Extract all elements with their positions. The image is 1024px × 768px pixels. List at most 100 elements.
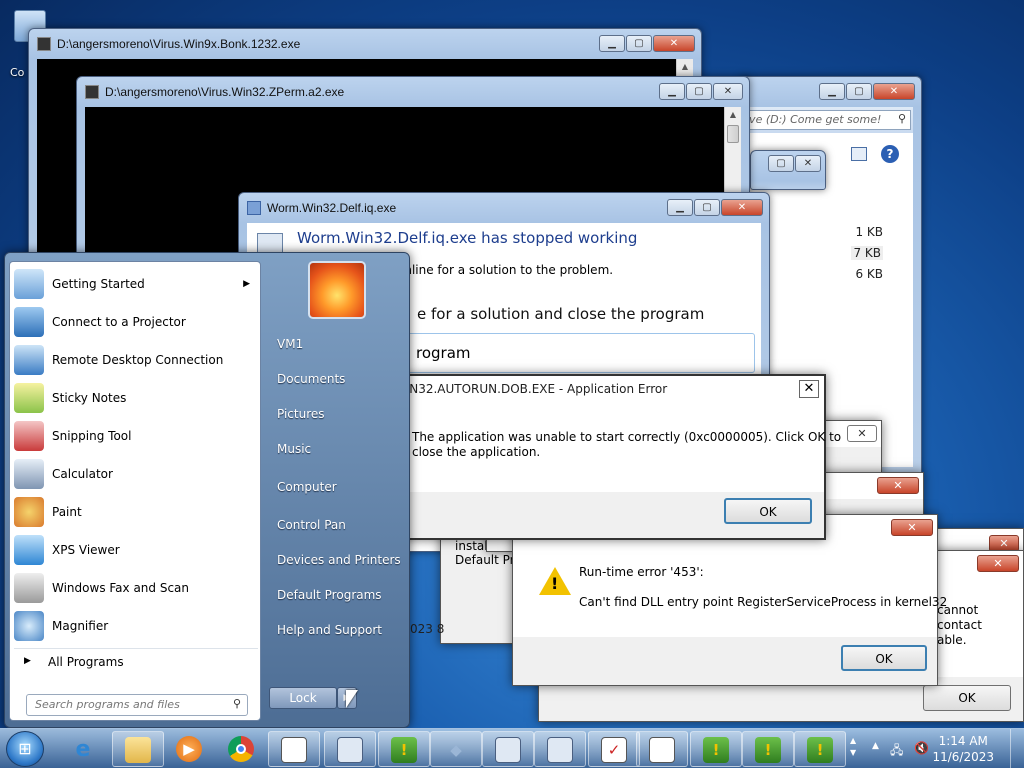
lock-button[interactable]: Lock: [269, 687, 337, 709]
window-small-back[interactable]: ▢ ✕: [750, 150, 826, 190]
maximize-button[interactable]: ▢: [694, 199, 720, 216]
minimize-button[interactable]: ▁: [667, 199, 693, 216]
maximize-button[interactable]: ▢: [768, 155, 794, 172]
user-avatar[interactable]: [308, 261, 366, 319]
close-button[interactable]: ✕: [877, 477, 919, 494]
start-search-input[interactable]: Search programs and files ⚲: [26, 694, 248, 716]
close-button[interactable]: ✕: [891, 519, 933, 536]
network-icon[interactable]: 🖧: [890, 741, 903, 762]
scroll-up-arrow-icon[interactable]: ▲: [725, 107, 741, 123]
minimize-button[interactable]: ▁: [599, 35, 625, 52]
show-hidden-icons[interactable]: ▲: [872, 741, 879, 751]
check-online-option[interactable]: e for a solution and close the program: [417, 305, 704, 323]
start-item-xps-viewer[interactable]: XPS Viewer: [14, 532, 258, 568]
preview-pane-icon[interactable]: [851, 147, 867, 161]
start-right-control-panel[interactable]: Control Pan: [277, 518, 346, 532]
scroll-thumb[interactable]: [727, 125, 739, 143]
taskbar-app-4[interactable]: ◆: [430, 731, 482, 767]
minimize-button[interactable]: ▁: [819, 83, 845, 100]
start-menu[interactable]: Getting Started ▶ Connect to a Projector…: [4, 252, 410, 728]
calculator-icon: [14, 459, 44, 489]
start-right-user[interactable]: VM1: [277, 337, 303, 351]
crash-text: online for a solution to the problem.: [397, 263, 614, 277]
all-programs[interactable]: ▶ All Programs: [14, 648, 258, 672]
taskbar-app-5[interactable]: [482, 731, 534, 767]
maximize-button[interactable]: ▢: [846, 83, 872, 100]
maximize-button[interactable]: ▢: [626, 35, 652, 52]
taskbar-chrome[interactable]: [216, 731, 268, 767]
console-icon: [37, 37, 51, 51]
warning-shield-icon: !: [755, 737, 781, 763]
start-item-projector[interactable]: Connect to a Projector: [14, 304, 258, 340]
start-right-devices-printers[interactable]: Devices and Printers: [277, 553, 401, 567]
start-item-paint[interactable]: Paint: [14, 494, 258, 530]
close-button[interactable]: ✕: [795, 155, 821, 172]
taskbar-app-11[interactable]: !: [794, 731, 846, 767]
start-menu-programs: Getting Started ▶ Connect to a Projector…: [9, 261, 261, 721]
start-item-magnifier[interactable]: Magnifier: [14, 608, 258, 644]
show-desktop-button[interactable]: [1010, 729, 1024, 768]
scroll-up-arrow-icon[interactable]: ▲: [677, 59, 693, 75]
taskbar-media-player[interactable]: ▶: [164, 731, 216, 767]
search-input[interactable]: ive (D:) Come get some! ⚲: [741, 110, 911, 130]
warning-shield-icon: !: [703, 737, 729, 763]
start-right-help-support[interactable]: Help and Support: [277, 623, 382, 637]
start-item-remote-desktop[interactable]: Remote Desktop Connection: [14, 342, 258, 378]
taskbar-explorer[interactable]: [112, 731, 164, 767]
start-right-pictures[interactable]: Pictures: [277, 407, 325, 421]
taskbar-app-7[interactable]: ✓: [588, 731, 640, 767]
start-item-label: Getting Started: [52, 277, 145, 291]
taskbar-scroll-arrows-icon[interactable]: ▲ ▼: [850, 735, 856, 759]
taskbar-app-10[interactable]: !: [742, 731, 794, 767]
ok-button[interactable]: OK: [724, 498, 812, 524]
blank-window-icon: [649, 737, 675, 763]
start-right-music[interactable]: Music: [277, 442, 311, 456]
all-programs-label: All Programs: [48, 655, 124, 669]
help-icon[interactable]: ?: [881, 145, 899, 163]
volume-muted-icon[interactable]: 🔇: [914, 741, 929, 755]
snipping-tool-icon: [14, 421, 44, 451]
ok-button[interactable]: OK: [841, 645, 927, 671]
start-right-documents[interactable]: Documents: [277, 372, 345, 386]
taskbar-app-6[interactable]: [534, 731, 586, 767]
close-button[interactable]: ✕: [799, 380, 819, 398]
close-button[interactable]: ✕: [713, 83, 743, 100]
search-icon[interactable]: ⚲: [898, 112, 906, 125]
close-program-option[interactable]: rogram: [397, 333, 755, 373]
close-button[interactable]: ✕: [977, 555, 1019, 572]
file-size: 7 KB: [851, 246, 883, 260]
start-item-fax-scan[interactable]: Windows Fax and Scan: [14, 570, 258, 606]
checklist-icon: ✓: [601, 737, 627, 763]
remote-desktop-icon: [14, 345, 44, 375]
taskbar-app-3[interactable]: !: [378, 731, 430, 767]
minimize-button[interactable]: ▁: [659, 83, 685, 100]
window-app-icon: [495, 737, 521, 763]
taskbar-app-1[interactable]: [268, 731, 320, 767]
fax-scan-icon: [14, 573, 44, 603]
system-clock[interactable]: 1:14 AM 11/6/2023: [932, 733, 994, 765]
close-button[interactable]: ✕: [653, 35, 695, 52]
start-item-snipping-tool[interactable]: Snipping Tool: [14, 418, 258, 454]
dialog-text: contact: [937, 618, 982, 632]
xps-viewer-icon: [14, 535, 44, 565]
close-button[interactable]: ✕: [873, 83, 915, 100]
taskbar-app-2[interactable]: [324, 731, 376, 767]
start-right-default-programs[interactable]: Default Programs: [277, 588, 382, 602]
dialog-application-error[interactable]: WORM.WIN32.AUTORUN.DOB.EXE - Application…: [340, 374, 841, 540]
start-item-getting-started[interactable]: Getting Started ▶: [14, 266, 258, 302]
start-right-computer[interactable]: Computer: [277, 480, 337, 494]
ok-button[interactable]: OK: [923, 685, 1011, 711]
taskbar-app-9[interactable]: !: [690, 731, 742, 767]
taskbar-ie[interactable]: e: [58, 731, 110, 767]
close-button[interactable]: ✕: [721, 199, 763, 216]
dialog-content: ✕ The application was unable to start co…: [342, 402, 841, 492]
maximize-button[interactable]: ▢: [686, 83, 712, 100]
file-size: 6 KB: [855, 267, 883, 281]
start-button[interactable]: ⊞: [6, 731, 44, 767]
start-item-sticky-notes[interactable]: Sticky Notes: [14, 380, 258, 416]
close-button[interactable]: ✕: [847, 425, 877, 442]
start-item-calculator[interactable]: Calculator: [14, 456, 258, 492]
mouse-cursor-icon: [346, 690, 358, 708]
taskbar-app-8[interactable]: [636, 731, 688, 767]
magnifier-icon: [14, 611, 44, 641]
